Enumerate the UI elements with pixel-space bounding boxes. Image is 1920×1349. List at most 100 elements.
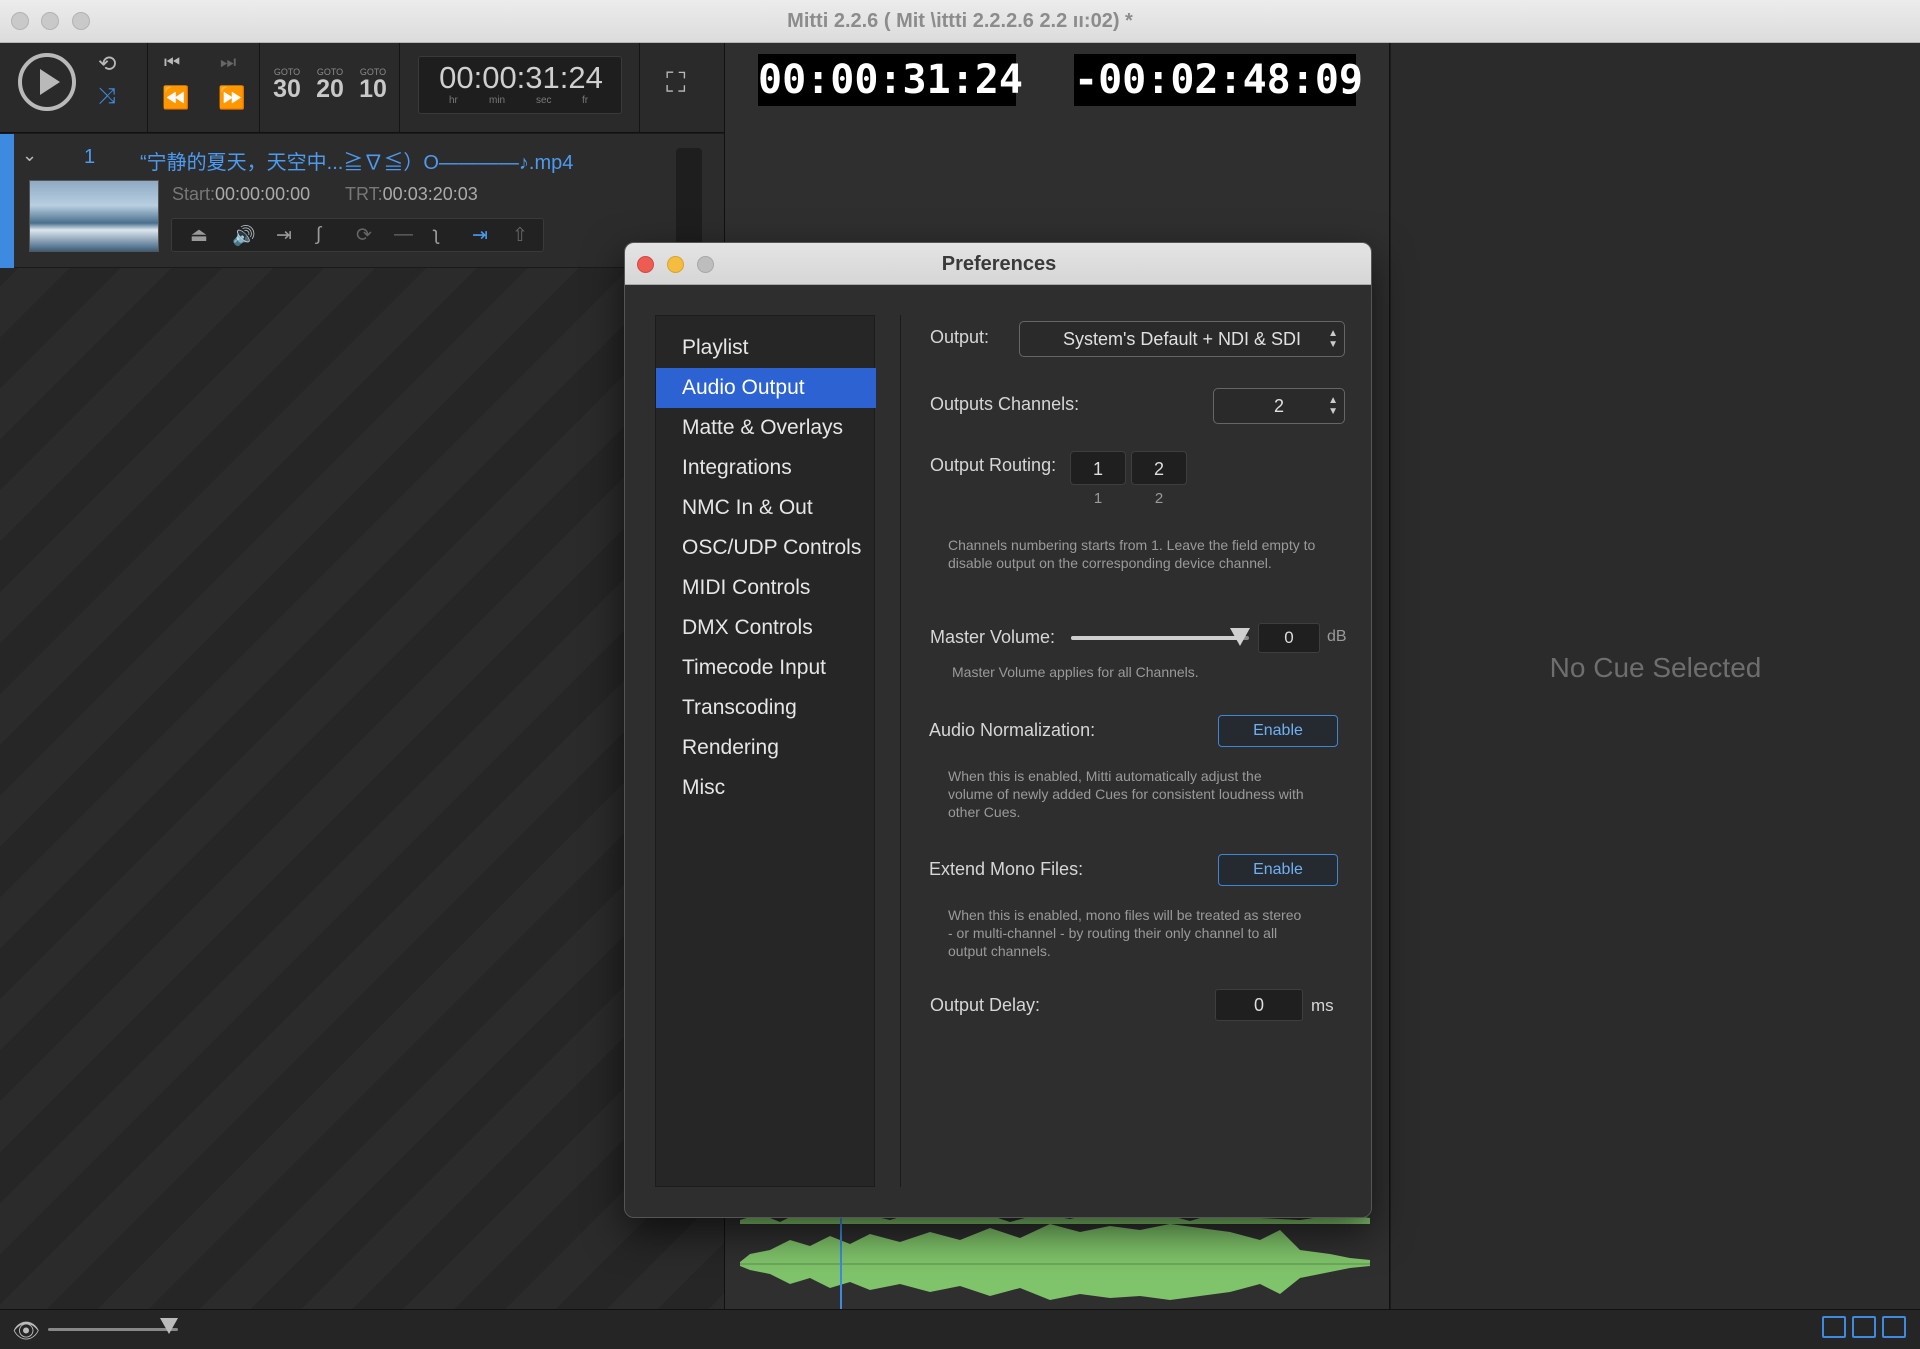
cue-controls: ⏏ 🔊 ⇥ ∫ ⟳ — ʅ ⇥ ⇧ xyxy=(171,218,544,252)
master-volume-thumb[interactable] xyxy=(1230,628,1251,646)
master-volume-note: Master Volume applies for all Channels. xyxy=(952,664,1199,680)
routing-field-2[interactable]: 2 xyxy=(1131,451,1187,485)
chevron-up-icon: ▲ xyxy=(1328,395,1338,406)
goto-10-button[interactable]: GOTO 10 xyxy=(355,67,391,102)
shuffle-icon[interactable]: ⤨ xyxy=(98,85,116,107)
timecode-display: 00:00:31:24 hr min sec fr xyxy=(418,56,622,114)
sidebar-item-misc[interactable]: Misc xyxy=(656,768,876,808)
routing-channel-2: 2 xyxy=(1154,490,1164,507)
thumbnail-size-slider[interactable] xyxy=(48,1328,178,1331)
delay-unit: ms xyxy=(1311,996,1334,1015)
playlist-scrollbar[interactable] xyxy=(676,148,702,248)
timecode-unit-fr: fr xyxy=(582,95,589,106)
preferences-titlebar: Preferences xyxy=(625,243,1371,285)
output-device-value: System's Default + NDI & SDI xyxy=(1062,329,1301,349)
timecode-value: 00:00:31:24 xyxy=(439,60,603,95)
goto-20-button[interactable]: GOTO 20 xyxy=(312,67,348,102)
routing-field-1[interactable]: 1 xyxy=(1070,451,1126,485)
routing-label: Output Routing: xyxy=(930,455,1057,475)
sidebar-item-playlist[interactable]: Playlist xyxy=(656,328,876,368)
sidebar-item-osc-udp[interactable]: OSC/UDP Controls xyxy=(656,528,876,568)
output-device-select[interactable]: System's Default + NDI & SDI ▲ ▼ xyxy=(1019,321,1345,357)
play-from-icon[interactable]: ⇥ xyxy=(276,224,292,247)
rewind-icon[interactable]: ⏪ xyxy=(162,87,189,109)
goto-30-button[interactable]: GOTO 30 xyxy=(269,67,305,102)
sidebar-item-midi[interactable]: MIDI Controls xyxy=(656,568,876,608)
chevron-down-icon: ▼ xyxy=(1328,406,1338,417)
close-dialog-button[interactable] xyxy=(637,256,654,273)
chevron-up-icon: ▲ xyxy=(1328,328,1338,339)
sidebar-item-integrations[interactable]: Integrations xyxy=(656,448,876,488)
mono-enable-button[interactable]: Enable xyxy=(1218,854,1338,886)
cue-start: Start:00:00:00:00 xyxy=(172,184,311,204)
sidebar-item-timecode-input[interactable]: Timecode Input xyxy=(656,648,876,688)
window-title: Mitti 2.2.6 ( Mit \ittti 2.2.2.6 2.2 ıı:… xyxy=(787,10,1133,32)
sidebar-item-transcoding[interactable]: Transcoding xyxy=(656,688,876,728)
mono-note: When this is enabled, mono files will be… xyxy=(948,907,1302,959)
sidebar-item-nmc[interactable]: NMC In & Out xyxy=(656,488,876,528)
channels-value: 2 xyxy=(1273,396,1284,416)
delay-label: Output Delay: xyxy=(930,995,1041,1015)
eye-icon[interactable]: 👁 xyxy=(12,1318,40,1344)
normalization-enable-button[interactable]: Enable xyxy=(1218,715,1338,747)
cue-index: 1 xyxy=(84,146,96,168)
hold-icon[interactable]: — xyxy=(394,224,413,246)
slider-thumb[interactable] xyxy=(160,1318,178,1334)
loop-cue-icon[interactable]: ⟳ xyxy=(356,224,372,247)
timecode-unit-sec: sec xyxy=(536,95,552,106)
pane-divider xyxy=(900,315,901,1187)
sidebar-item-matte-overlays[interactable]: Matte & Overlays xyxy=(656,408,876,448)
layout-waveform-button[interactable] xyxy=(1822,1316,1846,1338)
navigation-section: ⏮ ⏭ ⏪ ⏩ xyxy=(148,43,260,133)
next-cue-icon[interactable]: ⏭ xyxy=(220,53,236,71)
mono-label: Extend Mono Files: xyxy=(929,859,1084,879)
routing-channel-1: 1 xyxy=(1093,490,1103,507)
master-volume-field[interactable]: 0 xyxy=(1258,623,1320,653)
timecode-unit-min: min xyxy=(489,95,506,106)
goto-section: GOTO 30 GOTO 20 GOTO 10 xyxy=(260,43,400,133)
loop-icon[interactable]: ⟲ xyxy=(98,53,116,75)
sidebar-item-rendering[interactable]: Rendering xyxy=(656,728,876,768)
audio-waveform[interactable] xyxy=(740,1210,1370,1306)
sidebar-item-audio-output[interactable]: Audio Output xyxy=(656,368,876,408)
volume-icon[interactable]: 🔊 xyxy=(232,224,256,248)
normalization-note: When this is enabled, Mitti automaticall… xyxy=(948,768,1304,820)
chevron-down-icon[interactable]: ⌄ xyxy=(22,146,37,164)
fade-out-icon[interactable]: ʅ xyxy=(434,224,438,246)
window-titlebar: Mitti 2.2.6 ( Mit \ittti 2.2.2.6 2.2 ıı:… xyxy=(0,0,1920,43)
delay-field[interactable]: 0 xyxy=(1215,989,1303,1021)
arrow-up-icon[interactable]: ⇧ xyxy=(512,224,528,247)
preferences-title: Preferences xyxy=(941,253,1057,275)
fullscreen-icon[interactable]: ⛶ xyxy=(666,69,686,97)
cue-title[interactable]: “宁静的夏天，天空中...≧∇≦）O————♪.mp4 xyxy=(140,146,573,175)
channels-select[interactable]: 2 ▲ ▼ xyxy=(1213,388,1345,424)
fade-in-icon[interactable]: ∫ xyxy=(316,224,321,246)
cue-row[interactable]: ⌄ 1 “宁静的夏天，天空中...≧∇≦）O————♪.mp4 Start:00… xyxy=(0,134,724,268)
preferences-dialog: Preferences Playlist Audio Output Matte … xyxy=(624,242,1372,1218)
master-volume-slider[interactable] xyxy=(1071,636,1249,640)
master-volume-unit: dB xyxy=(1327,628,1347,645)
zoom-dialog-button[interactable] xyxy=(697,256,714,273)
timecode-unit-hr: hr xyxy=(449,95,458,106)
play-section: ⟲ ⤨ xyxy=(0,43,148,133)
play-button[interactable] xyxy=(18,53,76,111)
cue-selection-bar xyxy=(0,134,14,268)
preferences-sidebar: Playlist Audio Output Matte & Overlays I… xyxy=(655,315,876,1187)
output-label: Output: xyxy=(930,327,990,347)
cue-thumbnail xyxy=(29,180,159,252)
playhead[interactable] xyxy=(840,1215,842,1309)
layout-right-button[interactable] xyxy=(1882,1316,1906,1338)
minimize-dialog-button[interactable] xyxy=(667,256,684,273)
fast-forward-icon[interactable]: ⏩ xyxy=(218,87,245,109)
chevron-down-icon: ▼ xyxy=(1328,339,1338,350)
normalization-label: Audio Normalization: xyxy=(929,720,1096,740)
layout-left-button[interactable] xyxy=(1852,1316,1876,1338)
remaining-clock: -00:02:48:09 xyxy=(1074,54,1363,106)
master-volume-label: Master Volume: xyxy=(930,627,1056,647)
elapsed-clock: 00:00:31:24 xyxy=(758,54,1023,106)
eject-icon[interactable]: ⏏ xyxy=(190,224,208,247)
previous-cue-icon[interactable]: ⏮ xyxy=(164,53,180,71)
routing-note: Channels numbering starts from 1. Leave … xyxy=(948,537,1316,571)
jump-to-end-icon[interactable]: ⇥ xyxy=(472,224,488,247)
sidebar-item-dmx[interactable]: DMX Controls xyxy=(656,608,876,648)
